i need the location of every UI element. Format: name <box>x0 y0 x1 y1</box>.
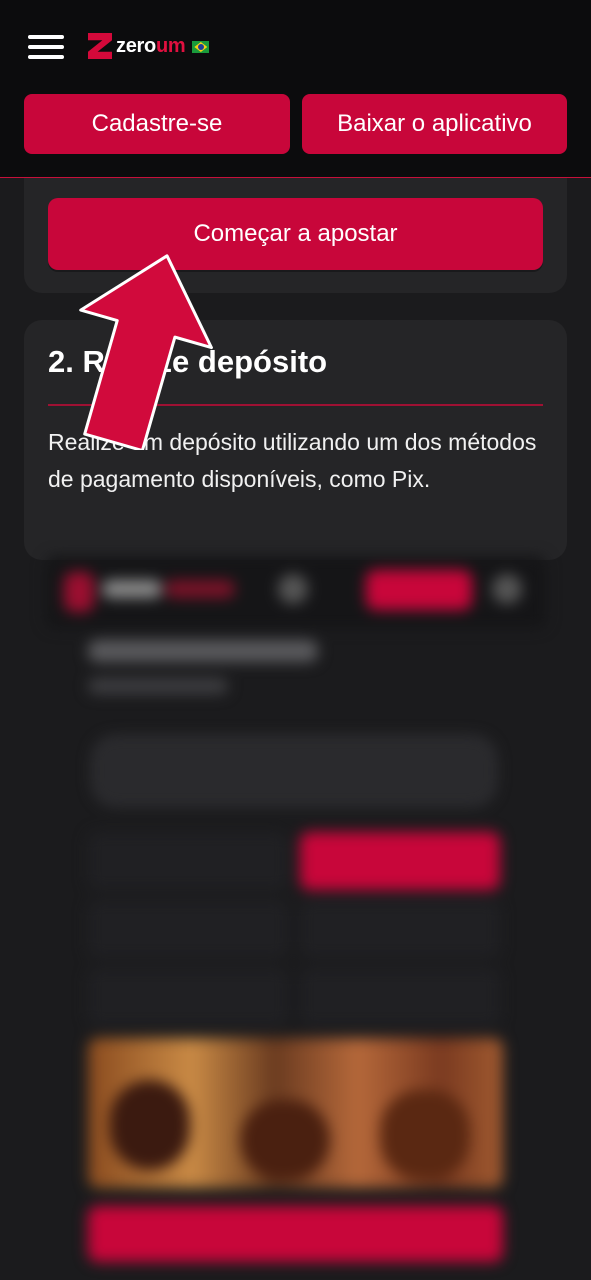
logo-mark-icon <box>88 33 112 59</box>
top-header: zeroum Cadastre-se Baixar o aplicativo <box>0 0 591 178</box>
brazil-flag-icon <box>192 41 210 53</box>
menu-icon[interactable] <box>28 33 66 61</box>
signup-button[interactable]: Cadastre-se <box>24 94 290 154</box>
arrow-pointer-icon <box>79 254 213 450</box>
download-app-button[interactable]: Baixar o aplicativo <box>302 94 567 154</box>
zeroum-logo[interactable]: zeroum <box>88 32 210 60</box>
deposit-screenshot-image <box>0 540 591 1280</box>
logo-text: zeroum <box>116 34 186 57</box>
